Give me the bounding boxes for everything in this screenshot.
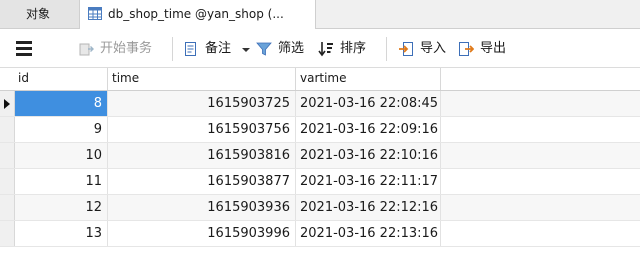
- grid-header: id time vartime: [0, 68, 640, 91]
- row-header[interactable]: [0, 91, 15, 116]
- import-button[interactable]: 导入: [398, 38, 450, 60]
- note-button[interactable]: 备注: [183, 38, 253, 60]
- export-label: 导出: [480, 41, 507, 56]
- navicat-table-window: 对象 db_shop_time @yan_shop (... 开始事务 备注 筛…: [0, 0, 640, 278]
- row-header[interactable]: [0, 169, 15, 194]
- begin-transaction-button[interactable]: 开始事务: [78, 38, 160, 60]
- export-icon: [459, 42, 474, 56]
- row-header[interactable]: [0, 143, 15, 168]
- begin-transaction-icon: [79, 43, 94, 56]
- sort-button[interactable]: 排序: [318, 38, 374, 60]
- sort-icon: [318, 42, 333, 57]
- import-icon: [399, 42, 413, 56]
- row-header[interactable]: [0, 221, 15, 246]
- table-row[interactable]: 13 1615903996 2021-03-16 22:13:16: [0, 221, 640, 247]
- tab-objects[interactable]: 对象: [0, 0, 80, 28]
- table-row[interactable]: 11 1615903877 2021-03-16 22:11:17: [0, 169, 640, 195]
- table-row[interactable]: 12 1615903936 2021-03-16 22:12:16: [0, 195, 640, 221]
- grid-rows: 8 1615903725 2021-03-16 22:08:45 9 16159…: [0, 91, 640, 247]
- column-header-id[interactable]: id: [14, 68, 108, 90]
- table-row[interactable]: 10 1615903816 2021-03-16 22:10:16: [0, 143, 640, 169]
- cell-time[interactable]: 1615903877: [108, 169, 296, 194]
- tab-objects-label: 对象: [26, 7, 51, 21]
- tab-table-db-shop-time[interactable]: db_shop_time @yan_shop (...: [80, 0, 316, 29]
- sort-label: 排序: [340, 41, 367, 56]
- cell-vartime[interactable]: 2021-03-16 22:10:16: [296, 143, 441, 168]
- begin-transaction-label: 开始事务: [100, 41, 153, 56]
- row-header[interactable]: [0, 117, 15, 142]
- cell-vartime[interactable]: 2021-03-16 22:09:16: [296, 117, 441, 142]
- cell-time[interactable]: 1615903936: [108, 195, 296, 220]
- note-icon: [185, 42, 196, 56]
- filter-label: 筛选: [278, 41, 305, 56]
- current-row-arrow-icon: [4, 99, 10, 109]
- cell-time[interactable]: 1615903816: [108, 143, 296, 168]
- cell-time[interactable]: 1615903725: [108, 91, 296, 116]
- cell-id[interactable]: 9: [15, 117, 108, 142]
- cell-time[interactable]: 1615903756: [108, 117, 296, 142]
- tab-table-label: db_shop_time @yan_shop (...: [108, 7, 284, 21]
- export-button[interactable]: 导出: [458, 38, 510, 60]
- filter-funnel-icon: [256, 42, 272, 56]
- table-row[interactable]: 8 1615903725 2021-03-16 22:08:45: [0, 91, 640, 117]
- row-header[interactable]: [0, 195, 15, 220]
- chevron-down-icon[interactable]: [242, 48, 250, 52]
- toolbar-divider: [172, 37, 173, 61]
- cell-id[interactable]: 10: [15, 143, 108, 168]
- tab-strip: 对象 db_shop_time @yan_shop (...: [0, 0, 640, 29]
- cell-vartime[interactable]: 2021-03-16 22:13:16: [296, 221, 441, 246]
- toolbar: 开始事务 备注 筛选 排序 导入 导出: [0, 29, 640, 68]
- column-header-time[interactable]: time: [108, 68, 296, 90]
- cell-id[interactable]: 8: [15, 91, 108, 116]
- cell-vartime[interactable]: 2021-03-16 22:08:45: [296, 91, 441, 116]
- import-label: 导入: [420, 41, 447, 56]
- cell-time[interactable]: 1615903996: [108, 221, 296, 246]
- cell-id[interactable]: 12: [15, 195, 108, 220]
- menu-button[interactable]: [16, 38, 36, 60]
- column-header-vartime[interactable]: vartime: [296, 68, 441, 90]
- cell-vartime[interactable]: 2021-03-16 22:11:17: [296, 169, 441, 194]
- cell-vartime[interactable]: 2021-03-16 22:12:16: [296, 195, 441, 220]
- note-label: 备注: [205, 41, 232, 56]
- table-row[interactable]: 9 1615903756 2021-03-16 22:09:16: [0, 117, 640, 143]
- toolbar-divider: [386, 37, 387, 61]
- data-grid: id time vartime 8 1615903725 2021-03-16 …: [0, 68, 640, 278]
- cell-id[interactable]: 13: [15, 221, 108, 246]
- cell-id[interactable]: 11: [15, 169, 108, 194]
- hamburger-menu-icon: [16, 41, 32, 57]
- filter-button[interactable]: 筛选: [256, 38, 312, 60]
- table-grid-icon: [88, 7, 102, 20]
